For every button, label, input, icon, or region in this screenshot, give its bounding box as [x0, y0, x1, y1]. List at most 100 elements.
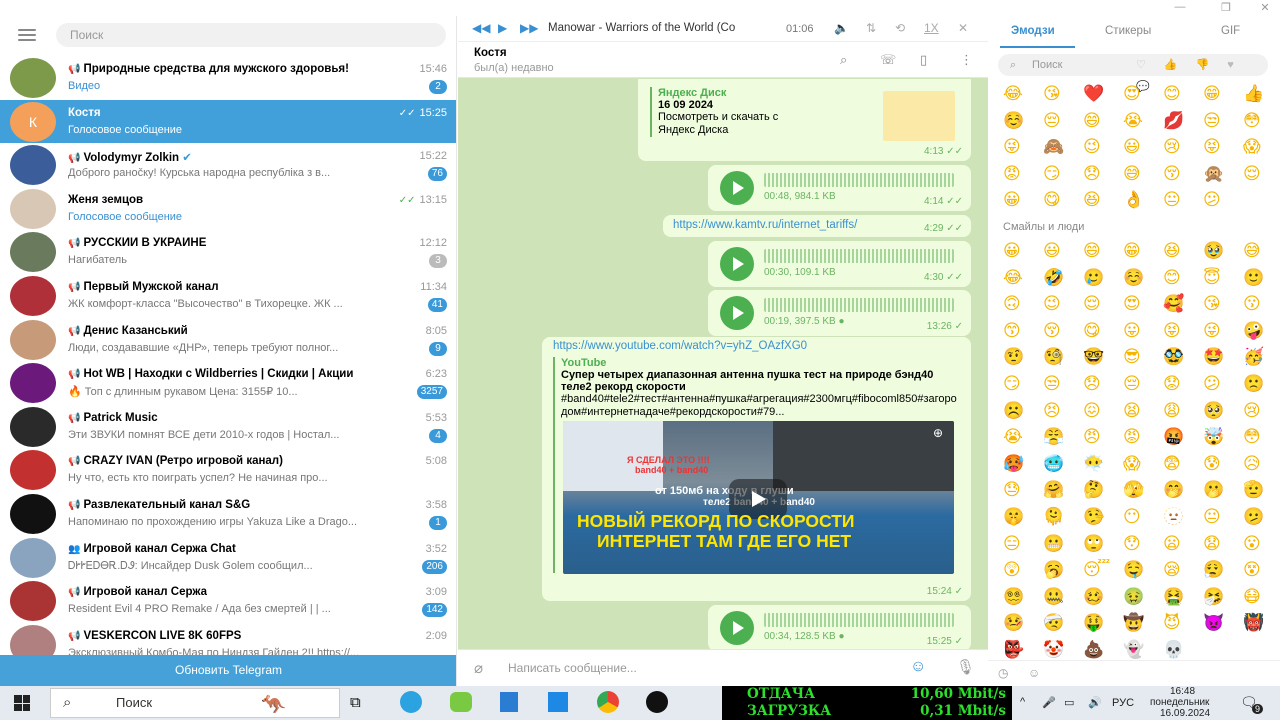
emoji-item[interactable]: 🤠: [1123, 610, 1163, 637]
emoji-item[interactable]: 😂: [1003, 265, 1043, 292]
emoji-item[interactable]: 😙: [1003, 318, 1043, 345]
message-link-preview[interactable]: Яндекс Диск 16 09 2024 Посмотреть и скач…: [638, 79, 971, 161]
emoji-item[interactable]: 🥲: [1083, 265, 1123, 292]
speed-button[interactable]: 1X: [924, 21, 939, 35]
emoji-item[interactable]: 🤥: [1083, 504, 1123, 531]
emoji-item[interactable]: 🤣: [1043, 265, 1083, 292]
avatar[interactable]: [10, 58, 56, 98]
emoji-item[interactable]: 😤: [1043, 424, 1083, 451]
emoji-item[interactable]: 😳: [1243, 108, 1280, 135]
emoji-item[interactable]: 😥: [1243, 451, 1280, 478]
recent-icon[interactable]: ◷: [998, 666, 1008, 680]
emoji-item[interactable]: 🥴: [1083, 584, 1123, 611]
task-view-icon[interactable]: ⧉: [350, 694, 361, 711]
emoji-item[interactable]: 😏: [1003, 371, 1043, 398]
emoji-item[interactable]: 😈: [1163, 610, 1203, 637]
emoji-item[interactable]: 💋: [1163, 108, 1203, 135]
play-voice-button[interactable]: [720, 247, 754, 281]
emoji-item[interactable]: 🤔: [1083, 477, 1123, 504]
emoji-item[interactable]: 😑: [1003, 531, 1043, 558]
avatar[interactable]: [10, 319, 56, 360]
app-icon[interactable]: [646, 691, 668, 713]
microphone-icon[interactable]: 🎙: [956, 658, 975, 676]
emoji-item[interactable]: 😔: [1043, 108, 1083, 135]
calculator-icon[interactable]: [500, 692, 518, 712]
emoji-item[interactable]: 😜: [1003, 134, 1043, 161]
emoji-item[interactable]: 😐: [1203, 504, 1243, 531]
emoji-search-input[interactable]: ⌕ Поиск ♡👍👎♥💬: [998, 54, 1268, 93]
emoji-item[interactable]: 😂: [1003, 81, 1043, 108]
emoji-item[interactable]: 😠: [1083, 424, 1123, 451]
emoji-item[interactable]: 🤗: [1043, 477, 1083, 504]
volume-icon[interactable]: 🔈: [834, 21, 849, 35]
emoji-item[interactable]: 😨: [1163, 451, 1203, 478]
emoji-item[interactable]: 🙈: [1043, 134, 1083, 161]
tab-gif[interactable]: GIF: [1221, 25, 1240, 37]
emoji-item[interactable]: 😟: [1163, 371, 1203, 398]
chat-list-item[interactable]: 📢 Природные средства для мужского здоровь…: [0, 56, 456, 100]
emoji-item[interactable]: 😣: [1043, 398, 1083, 425]
emoji-item[interactable]: 😡: [1003, 161, 1043, 188]
chat-title[interactable]: Костя: [474, 47, 507, 59]
emoji-item[interactable]: 😝: [1203, 134, 1243, 161]
avatar[interactable]: [10, 450, 56, 491]
emoji-item[interactable]: 😡: [1123, 424, 1163, 451]
emoji-item[interactable]: 😚: [1163, 161, 1203, 188]
emoji-item[interactable]: 😶‍🌫️: [1083, 451, 1123, 478]
emoji-item[interactable]: 😝: [1163, 318, 1203, 345]
chat-list-item[interactable]: 📢 CRAZY IVAN (Ретро игровой канал) Ну что,…: [0, 448, 456, 492]
emoji-item[interactable]: 🤪: [1243, 318, 1280, 345]
attach-icon[interactable]: ⌀: [474, 659, 483, 677]
play-voice-button[interactable]: [720, 611, 754, 645]
voice-message[interactable]: 00:19, 397.5 KB ● 13:26 ✓: [708, 290, 971, 336]
emoji-item[interactable]: 😰: [1203, 451, 1243, 478]
chat-list-item[interactable]: 📢 РУССКИЙ В УКРАИНЕ Нагибатель 12:12 3: [0, 230, 456, 274]
avatar[interactable]: [10, 537, 56, 578]
emoji-item[interactable]: 🤨: [1003, 344, 1043, 371]
emoji-item[interactable]: 🙄: [1083, 531, 1123, 558]
emoji-item[interactable]: 😕: [1203, 187, 1243, 214]
message-link[interactable]: https://www.kamtv.ru/internet_tariffs/ 4…: [663, 215, 971, 237]
microphone-tray-icon[interactable]: 🎤: [1042, 696, 1056, 709]
emoji-item[interactable]: 😲: [1003, 557, 1043, 584]
chat-list-item[interactable]: К Костя Голосовое сообщение ✓✓ 15:25: [0, 99, 456, 144]
emoji-item[interactable]: 🫣: [1123, 477, 1163, 504]
emoji-item[interactable]: 🧐: [1043, 344, 1083, 371]
emoji-item[interactable]: 👹: [1243, 610, 1280, 637]
emoji-item[interactable]: 😧: [1203, 531, 1243, 558]
emoji-item[interactable]: 👍: [1243, 81, 1280, 108]
emoji-item[interactable]: 😘: [1203, 291, 1243, 318]
call-icon[interactable]: ☏: [880, 52, 896, 68]
emoji-item[interactable]: ☺️: [1003, 108, 1043, 135]
tab-emoji[interactable]: Эмодзи: [1011, 25, 1055, 37]
search-icon[interactable]: ⌕: [840, 52, 847, 68]
emoji-item[interactable]: ❤️: [1083, 81, 1123, 108]
message-url[interactable]: https://www.youtube.com/watch?v=yhZ_OAzf…: [553, 340, 807, 352]
emoji-item[interactable]: 😆: [1163, 238, 1203, 265]
messenger-icon[interactable]: [450, 692, 472, 712]
volume-icon[interactable]: 🔊: [1088, 696, 1102, 709]
emoji-item[interactable]: 😷: [1243, 584, 1280, 611]
emoji-item[interactable]: 🥺: [1203, 398, 1243, 425]
emoji-item[interactable]: 😳: [1243, 424, 1280, 451]
message-url[interactable]: https://www.kamtv.ru/internet_tariffs/: [673, 219, 857, 231]
emoji-item[interactable]: 🤕: [1043, 610, 1083, 637]
emoji-item[interactable]: 😉: [1043, 291, 1083, 318]
next-track-icon[interactable]: ▶▶: [520, 21, 538, 35]
emoji-item[interactable]: 😶: [1123, 504, 1163, 531]
emoji-item[interactable]: 😁: [1123, 238, 1163, 265]
emoji-item[interactable]: 😞: [1083, 371, 1123, 398]
emoji-item[interactable]: 😃: [1043, 238, 1083, 265]
avatar[interactable]: [10, 581, 56, 622]
tab-stickers[interactable]: Стикеры: [1105, 25, 1151, 37]
tray-expand-icon[interactable]: ^: [1020, 696, 1025, 708]
emoji-item[interactable]: 🤮: [1163, 584, 1203, 611]
menu-icon[interactable]: [18, 29, 36, 41]
emoji-item[interactable]: 😄: [1083, 108, 1123, 135]
chat-search-input[interactable]: Поиск: [56, 23, 446, 47]
emoji-item[interactable]: 😉: [1083, 134, 1123, 161]
avatar[interactable]: [10, 406, 56, 447]
clock-time[interactable]: 16:48: [1170, 686, 1195, 697]
emoji-item[interactable]: 🥵: [1003, 451, 1043, 478]
emoji-item[interactable]: 😗: [1243, 291, 1280, 318]
